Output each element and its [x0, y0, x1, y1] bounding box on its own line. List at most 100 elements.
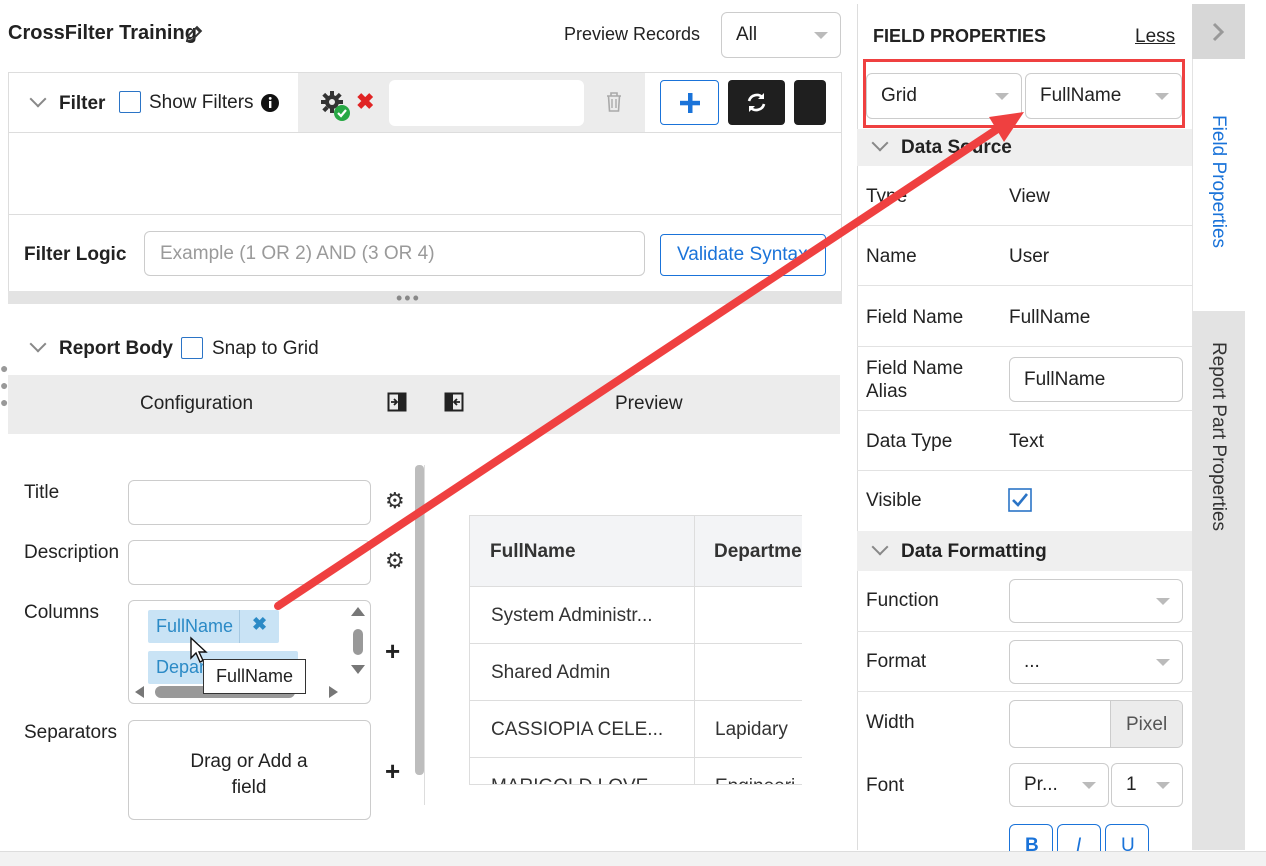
highlight-box [863, 59, 1185, 128]
data-type-value: Text [1009, 431, 1044, 452]
chevron-down-icon [1156, 659, 1170, 666]
separators-label: Separators [24, 722, 117, 743]
filter-label: Filter [59, 93, 106, 114]
table-cell: System Administr... [491, 605, 653, 626]
font-size-value: 1 [1126, 774, 1137, 795]
chevron-down-icon [1156, 598, 1170, 605]
name-label: Name [866, 246, 917, 267]
format-select[interactable]: ... [1009, 640, 1183, 684]
preview-records-label: Preview Records [564, 24, 701, 44]
visible-row: Visible [857, 471, 1192, 531]
configuration-label: Configuration [140, 393, 254, 414]
data-source-label: Data Source [901, 137, 1012, 158]
font-size-select[interactable]: 1 [1111, 763, 1183, 807]
field-name-row: Field Name FullName [857, 286, 1192, 347]
description-input[interactable] [128, 540, 371, 585]
report-body-label: Report Body [59, 338, 173, 359]
preview-table: FullName Departme System Administr... Sh… [469, 515, 802, 785]
filter-name-input[interactable] [389, 80, 584, 126]
less-link[interactable]: Less [1135, 26, 1175, 48]
resize-bar[interactable] [8, 291, 842, 304]
info-icon[interactable] [260, 93, 280, 113]
type-value: View [1009, 186, 1050, 207]
columns-scrollbar-thumb[interactable] [353, 629, 363, 655]
drag-add-field-text: Drag or Add a field [190, 751, 308, 798]
columns-hscroll-left-icon[interactable] [135, 686, 144, 698]
trash-icon[interactable] [605, 91, 623, 113]
chevron-down-icon [1082, 782, 1096, 789]
tab-report-part-properties-label: Report Part Properties [1208, 342, 1229, 532]
table-header-cell[interactable]: Departme [714, 541, 802, 563]
font-family-value: Pr... [1024, 774, 1058, 795]
name-value: User [1009, 246, 1050, 267]
alias-row: Field Name Alias FullName [857, 347, 1192, 411]
width-label: Width [866, 712, 915, 733]
collapse-right-icon[interactable] [444, 392, 464, 412]
column-tooltip: FullName [203, 659, 307, 694]
function-row: Function [857, 571, 1192, 632]
tab-report-part-properties[interactable]: Report Part Properties [1193, 312, 1245, 552]
add-column-icon[interactable]: + [385, 638, 400, 664]
config-scrollbar[interactable] [415, 465, 424, 775]
type-row: Type View [857, 166, 1192, 226]
columns-scrollbar-down-icon[interactable] [351, 665, 365, 674]
font-label: Font [866, 775, 905, 796]
snap-to-grid-label: Snap to Grid [212, 338, 319, 359]
refresh-button[interactable] [728, 80, 785, 125]
name-row: Name User [857, 226, 1192, 286]
tab-field-properties[interactable]: Field Properties [1193, 59, 1245, 311]
columns-label: Columns [24, 602, 99, 623]
filter-header-divider [8, 132, 842, 133]
preview-label: Preview [615, 393, 683, 414]
snap-to-grid-checkbox[interactable] [181, 337, 203, 359]
add-filter-button[interactable] [660, 80, 719, 125]
show-filters-checkbox[interactable] [119, 91, 141, 113]
validate-syntax-button[interactable]: Validate Syntax [660, 234, 826, 276]
collapse-panel-button[interactable] [1192, 4, 1245, 59]
title-gear-icon[interactable]: ⚙ [385, 490, 405, 512]
title-label: Title [24, 482, 60, 503]
column-tooltip-text: FullName [216, 666, 294, 686]
filter-logic-placeholder: Example (1 OR 2) AND (3 OR 4) [160, 243, 435, 264]
table-header-cell[interactable]: FullName [490, 541, 576, 563]
filter-logic-input[interactable]: Example (1 OR 2) AND (3 OR 4) [144, 231, 645, 276]
collapse-left-icon[interactable] [387, 392, 407, 412]
field-name-label: Field Name [866, 307, 964, 328]
columns-hscroll-right-icon[interactable] [329, 686, 338, 698]
font-family-select[interactable]: Pr... [1009, 763, 1109, 807]
alias-input[interactable]: FullName [1009, 357, 1183, 402]
filter-logic-label: Filter Logic [24, 244, 127, 265]
title-input[interactable] [128, 480, 371, 525]
type-label: Type [866, 186, 908, 207]
table-cell: Lapidary [715, 719, 788, 740]
visible-checkbox[interactable] [1008, 488, 1032, 512]
description-gear-icon[interactable]: ⚙ [385, 550, 405, 572]
function-select[interactable] [1009, 579, 1183, 623]
chevron-right-icon [1212, 22, 1225, 42]
tab-field-properties-label: Field Properties [1208, 115, 1229, 249]
width-input[interactable]: Pixel [1009, 700, 1183, 748]
page-bottom-edge [0, 851, 1266, 866]
report-body-collapse-chevron-icon[interactable] [29, 335, 47, 353]
separators-dropzone[interactable]: Drag or Add a field [128, 720, 371, 820]
table-cell: MARIGOLD LOVE... [491, 776, 664, 784]
width-unit-addon: Pixel [1110, 701, 1182, 747]
preview-records-select[interactable]: All [721, 12, 841, 58]
table-cell: Shared Admin [491, 662, 611, 683]
columns-scrollbar-up-icon[interactable] [351, 607, 365, 616]
dark-action-button[interactable] [794, 80, 826, 125]
add-separator-icon[interactable]: + [385, 758, 400, 784]
format-select-value: ... [1024, 651, 1040, 672]
table-cell: CASSIOPIA CELE... [491, 719, 664, 740]
data-formatting-label: Data Formatting [901, 541, 1047, 562]
resize-handle-dots-icon[interactable]: ••• [396, 288, 421, 309]
remove-column-icon[interactable]: ✖ [252, 614, 267, 635]
pencil-icon[interactable] [184, 24, 204, 44]
plus-icon [680, 93, 700, 113]
gear-check-icon[interactable] [320, 90, 354, 124]
description-label: Description [24, 542, 120, 563]
column-chip-fullname[interactable]: FullName ✖ [148, 610, 279, 643]
width-unit-label: Pixel [1126, 714, 1168, 735]
clear-filter-icon[interactable]: ✖ [356, 89, 374, 115]
format-label: Format [866, 651, 927, 672]
